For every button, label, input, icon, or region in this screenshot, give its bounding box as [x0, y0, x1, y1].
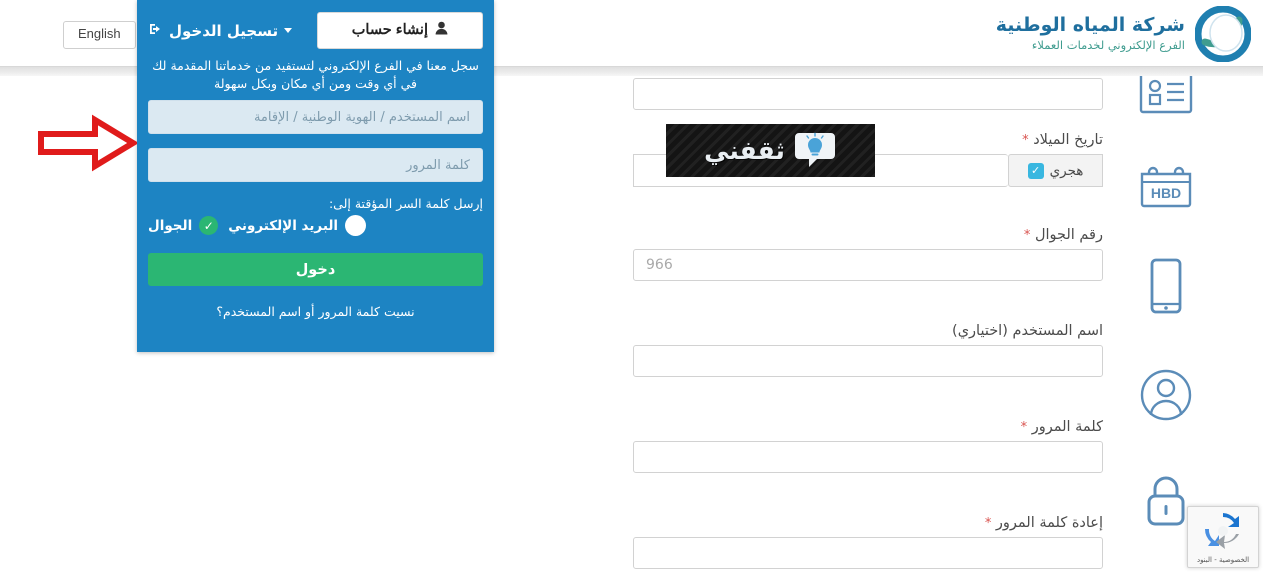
- required-marker: *: [1022, 133, 1029, 148]
- otp-destination-label: إرسل كلمة السر المؤقتة إلى:: [328, 196, 483, 212]
- radio-option-email[interactable]: البريد الإلكتروني: [228, 215, 367, 237]
- radio-label-mobile: الجوال: [148, 217, 193, 234]
- login-panel: إنشاء حساب تسجيل الدخول سجل معنا في الفر…: [137, 0, 494, 352]
- red-arrow-annotation-icon: [37, 114, 139, 176]
- lightbulb-speech-bubble-icon: [793, 129, 837, 173]
- username-input[interactable]: [633, 345, 1103, 377]
- radio-option-mobile[interactable]: ✓ الجوال: [148, 216, 219, 236]
- radio-selected-check-icon[interactable]: ✓: [199, 216, 219, 236]
- form-icon-column: HBD: [1131, 72, 1201, 575]
- label-text: اسم المستخدم (اختياري): [952, 323, 1103, 339]
- water-drop-logo-icon: [1194, 5, 1252, 63]
- login-username-input[interactable]: [148, 100, 483, 135]
- confirm-password-input[interactable]: [633, 537, 1103, 569]
- required-marker: *: [984, 516, 992, 531]
- mobile-number-input[interactable]: [633, 249, 1103, 281]
- login-submit-button[interactable]: دخول: [148, 253, 483, 287]
- field-label-password: كلمة المرور *: [633, 419, 1103, 435]
- signin-tab-label: تسجيل الدخول: [169, 21, 279, 40]
- page-root: شركة المياه الوطنية الفرع الإلكتروني لخد…: [0, 0, 1263, 575]
- hijri-label: هجري: [1049, 162, 1084, 179]
- user-avatar-icon: [1139, 368, 1193, 426]
- forgot-password-link[interactable]: نسيت كلمة المرور أو اسم المستخدم؟: [137, 304, 494, 319]
- calendar-badge-text: HBD: [1151, 185, 1181, 201]
- otp-destination-radio-group: ✓ الجوال البريد الإلكتروني: [137, 215, 494, 237]
- watermark-text: ثقفني: [704, 136, 785, 165]
- recaptcha-legal-text[interactable]: الخصوصية - البنود: [1197, 556, 1249, 564]
- person-icon: [435, 21, 448, 39]
- field-confirm-password: إعادة كلمة المرور *: [633, 515, 1103, 569]
- field-password: كلمة المرور *: [633, 419, 1103, 473]
- create-account-label: إنشاء حساب: [351, 22, 428, 38]
- create-account-button[interactable]: إنشاء حساب: [316, 12, 483, 49]
- smartphone-icon: [1149, 258, 1183, 318]
- field-mobile: رقم الجوال *: [633, 227, 1103, 281]
- password-input[interactable]: [633, 441, 1103, 473]
- calendar-hbd-icon: HBD: [1138, 164, 1194, 214]
- field-username: اسم المستخدم (اختياري): [633, 323, 1103, 377]
- signin-arrow-icon: [148, 22, 163, 40]
- login-panel-description: سجل معنا في الفرع الإلكتروني لتستفيد من …: [152, 58, 479, 92]
- hijri-calendar-checkbox[interactable]: ✓ هجري: [1008, 154, 1103, 187]
- required-marker: *: [1023, 228, 1031, 243]
- logo-subtitle: الفرع الإلكتروني لخدمات العملاء: [1031, 38, 1185, 53]
- recaptcha-icon: [1203, 512, 1243, 554]
- chevron-down-icon: [284, 28, 293, 33]
- language-toggle-english-button[interactable]: English: [63, 21, 136, 49]
- logo-text-block: شركة المياه الوطنية الفرع الإلكتروني لخد…: [996, 15, 1185, 52]
- radio-unselected-icon[interactable]: [345, 215, 367, 237]
- recaptcha-badge[interactable]: الخصوصية - البنود: [1187, 506, 1259, 568]
- company-logo[interactable]: شركة المياه الوطنية الفرع الإلكتروني لخد…: [996, 5, 1252, 63]
- label-text: تاريخ الميلاد: [1033, 132, 1103, 148]
- hijri-checkbox-check-icon[interactable]: ✓: [1027, 162, 1044, 179]
- field-label-username: اسم المستخدم (اختياري): [633, 323, 1103, 339]
- field-label-mobile: رقم الجوال *: [633, 227, 1103, 243]
- login-password-input[interactable]: [148, 148, 483, 183]
- radio-label-email: البريد الإلكتروني: [228, 217, 339, 234]
- label-text: رقم الجوال: [1034, 227, 1103, 243]
- field-label-confirm-password: إعادة كلمة المرور *: [633, 515, 1103, 531]
- label-text: كلمة المرور: [1031, 419, 1103, 435]
- watermark-overlay: ثقفني: [666, 124, 875, 177]
- national-id-input[interactable]: [633, 78, 1103, 110]
- signin-tab[interactable]: تسجيل الدخول: [148, 22, 294, 40]
- required-marker: *: [1020, 420, 1028, 435]
- login-panel-header: إنشاء حساب تسجيل الدخول: [137, 0, 494, 53]
- label-text: إعادة كلمة المرور: [995, 515, 1103, 531]
- id-card-icon: [1139, 72, 1193, 118]
- lock-icon: [1142, 474, 1190, 532]
- logo-title: شركة المياه الوطنية: [995, 14, 1185, 37]
